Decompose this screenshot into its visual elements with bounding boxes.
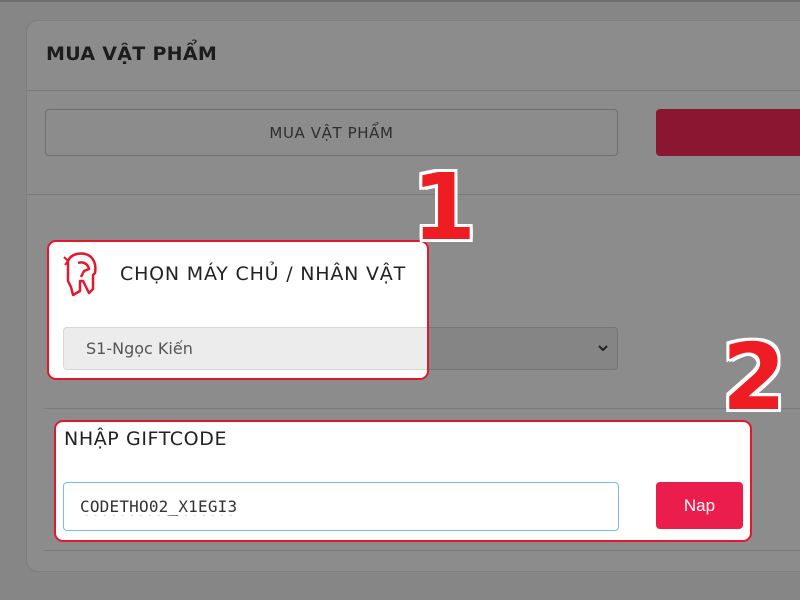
server-section-title: CHỌN MÁY CHỦ / NHÂN VẬT	[120, 263, 407, 285]
section-divider	[44, 550, 800, 551]
chevron-down-icon	[598, 345, 608, 352]
tab-buy-items-button[interactable]: MUA VẬT PHẨM	[45, 109, 618, 156]
section-divider	[44, 408, 800, 409]
step-2-marker: 2	[722, 324, 787, 431]
giftcode-highlight: NHẬP GIFTCODE Nap	[54, 420, 752, 542]
panel-title: MUA VẬT PHẨM	[46, 43, 218, 65]
nap-submit-button[interactable]: Nap	[656, 482, 743, 529]
page-top-border	[0, 0, 800, 2]
tab-giftcode-button[interactable]	[656, 109, 800, 156]
giftcode-input[interactable]	[63, 482, 619, 531]
server-select[interactable]: S1-Ngọc Kiến	[63, 327, 427, 370]
giftcode-section-title: NHẬP GIFTCODE	[64, 428, 228, 450]
server-selection-highlight: CHỌN MÁY CHỦ / NHÂN VẬT S1-Ngọc Kiến	[47, 240, 429, 380]
step-1-marker: 1	[412, 154, 477, 261]
title-divider	[27, 90, 800, 91]
spartan-helmet-icon	[63, 252, 97, 297]
